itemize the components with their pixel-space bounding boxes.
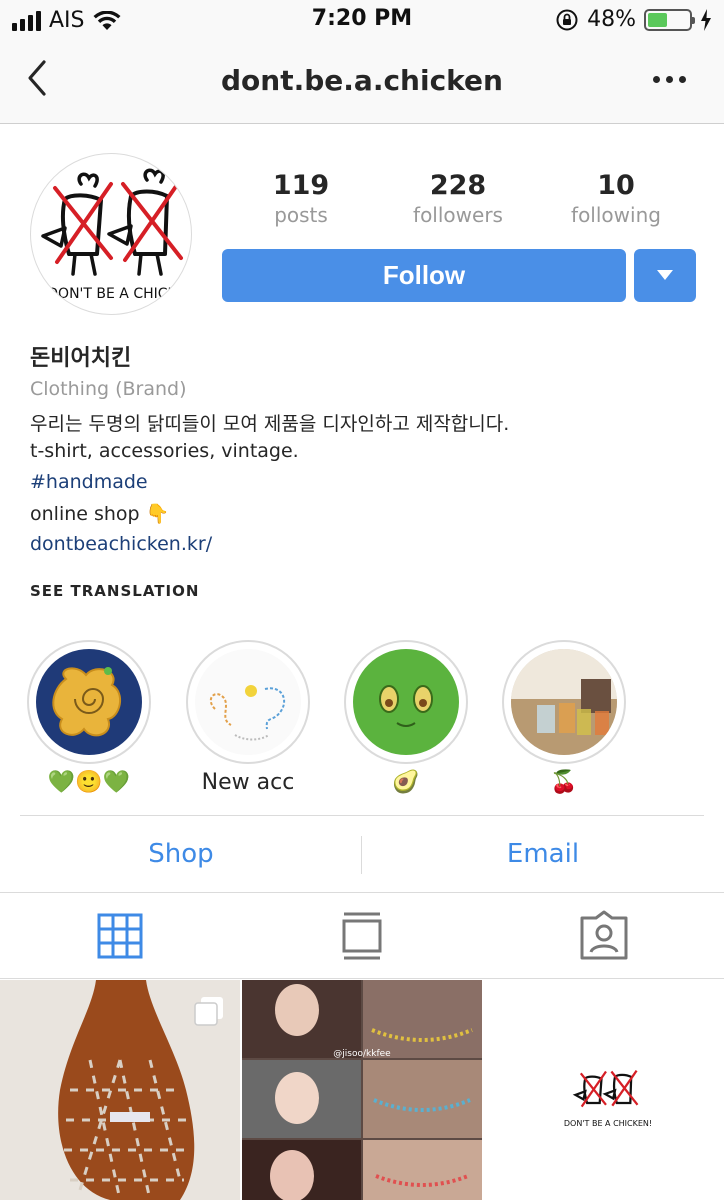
following-number: 10 xyxy=(597,170,635,201)
highlight-cover-2 xyxy=(209,685,286,741)
posts-count[interactable]: 119 posts xyxy=(231,170,371,228)
more-dots-icon[interactable] xyxy=(653,76,686,83)
status-right: 48% xyxy=(555,7,712,32)
followers-number: 228 xyxy=(429,170,487,201)
profile-display-name: 돈비어치킨 xyxy=(30,346,132,371)
divider xyxy=(0,892,724,893)
battery-icon xyxy=(644,8,695,31)
post-3[interactable]: DON'T BE A CHICKEN! xyxy=(484,980,724,1200)
posts-label: posts xyxy=(274,203,328,227)
profile-category: Clothing (Brand) xyxy=(30,378,187,400)
multi-photo-icon xyxy=(194,997,223,1026)
divider xyxy=(0,978,724,979)
highlight-1-caption: 💚🙂💚 xyxy=(47,770,131,795)
tab-feed[interactable] xyxy=(332,906,392,966)
status-bar: AIS 7:20 PM 48% xyxy=(0,0,724,40)
highlight-cover-3 xyxy=(379,685,433,727)
posts-number: 119 xyxy=(272,170,330,201)
tab-tagged[interactable] xyxy=(574,906,634,966)
shop-button[interactable]: Shop xyxy=(10,830,352,878)
post-1[interactable] xyxy=(0,980,240,1200)
avatar-logo-text: DON'T BE A CHICK xyxy=(47,286,177,302)
grid-icon xyxy=(97,913,143,959)
bio-shop-line: online shop 👇 xyxy=(30,503,170,525)
see-translation-link[interactable]: SEE TRANSLATION xyxy=(30,582,199,600)
chicken-logo-icon: DON'T BE A CHICK xyxy=(41,168,183,302)
highlight-4[interactable]: 🍒 xyxy=(502,640,626,795)
post-2[interactable]: @jisoo/kkfee xyxy=(242,980,482,1200)
email-button[interactable]: Email xyxy=(372,830,714,878)
highlight-4-caption: 🍒 xyxy=(550,770,578,795)
following-label: following xyxy=(571,203,661,227)
highlight-cover-1 xyxy=(52,667,122,737)
highlight-3[interactable]: 🥑 xyxy=(344,640,468,795)
bio-line-products: t-shirt, accessories, vintage. xyxy=(30,440,299,462)
profile-username-title: dont.be.a.chicken xyxy=(221,64,503,97)
highlight-3-caption: 🥑 xyxy=(392,770,420,795)
orientation-lock-icon xyxy=(556,9,578,30)
battery-percent: 48% xyxy=(587,7,636,32)
battery-fill xyxy=(648,12,668,27)
post-3-logo-text: DON'T BE A CHICKEN! xyxy=(564,1119,652,1128)
tab-grid[interactable] xyxy=(90,906,150,966)
post-2-image: @jisoo/kkfee xyxy=(242,980,482,1200)
navigation-bar: dont.be.a.chicken xyxy=(0,40,724,124)
bio-hashtag[interactable]: #handmade xyxy=(30,471,148,493)
profile-avatar[interactable]: DON'T BE A CHICK xyxy=(30,153,192,315)
feed-list-icon xyxy=(342,912,382,960)
highlight-cover-4 xyxy=(511,649,617,755)
bio-line-korean: 우리는 두명의 닭띠들이 모여 제품을 디자인하고 제작합니다. xyxy=(30,413,510,435)
action-separator xyxy=(361,836,362,874)
followers-count[interactable]: 228 followers xyxy=(388,170,528,228)
highlight-1[interactable]: 💚🙂💚 xyxy=(27,640,151,795)
following-count[interactable]: 10 following xyxy=(546,170,686,228)
highlight-2-caption: New acc xyxy=(201,770,295,795)
caret-down-icon xyxy=(657,270,673,280)
charging-bolt-icon xyxy=(701,8,711,31)
followers-label: followers xyxy=(413,203,503,227)
tagged-photos-icon xyxy=(580,910,628,960)
post-3-image: DON'T BE A CHICKEN! xyxy=(484,980,724,1200)
highlight-2[interactable]: New acc xyxy=(186,640,310,795)
suggested-dropdown-button[interactable] xyxy=(634,249,696,302)
bio-website-link[interactable]: dontbeachicken.kr/ xyxy=(30,533,212,555)
divider xyxy=(20,815,704,816)
follow-button[interactable]: Follow xyxy=(222,249,626,302)
post-2-watermark: @jisoo/kkfee xyxy=(333,1049,391,1059)
